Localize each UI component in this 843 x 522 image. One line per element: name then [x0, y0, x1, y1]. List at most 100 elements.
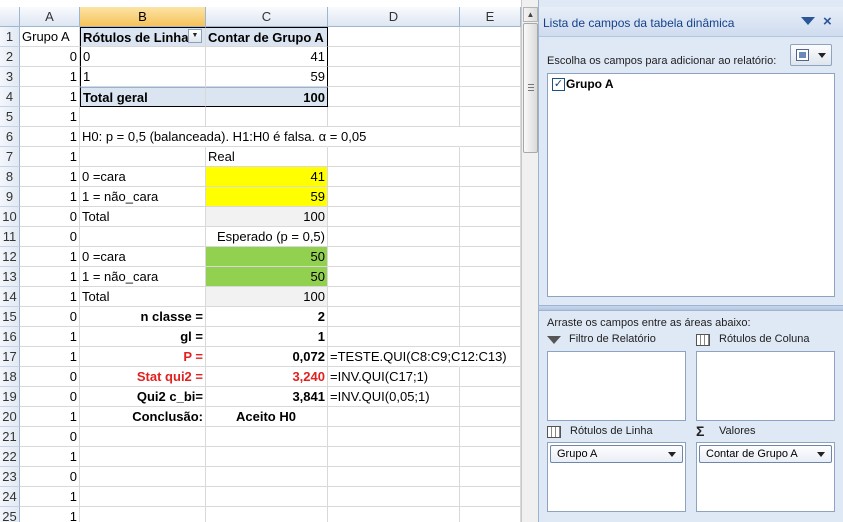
empty-cell[interactable] — [80, 227, 206, 247]
column-header-b[interactable]: B — [80, 7, 206, 27]
n-classes-label[interactable]: n classe = — [80, 307, 206, 327]
row-header-6[interactable]: 6 — [0, 127, 20, 147]
grupo-a-value-cell[interactable]: 1 — [20, 107, 80, 127]
pane-splitter[interactable] — [539, 305, 843, 311]
column-header-a[interactable]: A — [20, 7, 80, 27]
empty-cell[interactable] — [80, 107, 206, 127]
df-value[interactable]: 1 — [206, 327, 328, 347]
chi2-stat-formula[interactable]: =INV.QUI(C17;1) — [328, 367, 460, 387]
empty-cell[interactable] — [328, 267, 460, 287]
empty-cell[interactable] — [460, 247, 521, 267]
total-label[interactable]: Total — [80, 287, 206, 307]
grupo-a-value-cell[interactable]: 1 — [20, 507, 80, 522]
empty-cell[interactable] — [328, 47, 460, 67]
empty-cell[interactable] — [460, 207, 521, 227]
empty-cell[interactable] — [460, 387, 521, 407]
grupo-a-value-cell[interactable]: 1 — [20, 407, 80, 427]
field-checkbox-grupo-a[interactable]: ✓ — [552, 78, 565, 91]
chi2-critical-formula[interactable]: =INV.QUI(0,05;1) — [328, 387, 460, 407]
row-header-21[interactable]: 21 — [0, 427, 20, 447]
empty-cell[interactable] — [460, 287, 521, 307]
scroll-thumb[interactable] — [523, 23, 538, 153]
empty-cell[interactable] — [460, 27, 521, 47]
pivot-row-value[interactable]: 41 — [206, 47, 328, 67]
class-label[interactable]: 0 =cara — [80, 247, 206, 267]
vertical-scrollbar[interactable]: ▲ — [521, 0, 538, 522]
pane-menu-icon[interactable] — [801, 17, 815, 25]
class-label[interactable]: 1 = não_cara — [80, 267, 206, 287]
pivot-total-label[interactable]: Total geral — [80, 87, 206, 107]
expected-value[interactable]: 50 — [206, 247, 328, 267]
empty-cell[interactable] — [80, 467, 206, 487]
row-header-19[interactable]: 19 — [0, 387, 20, 407]
class-label[interactable]: 0 =cara — [80, 167, 206, 187]
grupo-a-value-cell[interactable]: 0 — [20, 367, 80, 387]
p-value-formula[interactable]: =TESTE.QUI(C8:C9;C12:C13) — [328, 347, 507, 367]
empty-cell[interactable] — [328, 467, 460, 487]
close-icon[interactable]: × — [823, 13, 832, 30]
empty-cell[interactable] — [460, 447, 521, 467]
row-header-11[interactable]: 11 — [0, 227, 20, 247]
row-header-17[interactable]: 17 — [0, 347, 20, 367]
empty-cell[interactable] — [80, 147, 206, 167]
grupo-a-value-cell[interactable]: 1 — [20, 247, 80, 267]
empty-cell[interactable] — [206, 447, 328, 467]
grupo-a-value-cell[interactable]: 1 — [20, 487, 80, 507]
empty-cell[interactable] — [328, 307, 460, 327]
column-a-header-cell[interactable]: Grupo A — [20, 27, 80, 47]
empty-cell[interactable] — [328, 247, 460, 267]
pivot-row-label[interactable]: 0 — [80, 47, 206, 67]
empty-cell[interactable] — [460, 227, 521, 247]
empty-cell[interactable] — [328, 127, 460, 147]
empty-cell[interactable] — [328, 87, 460, 107]
report-filter-drop-area[interactable] — [547, 351, 686, 421]
spreadsheet-grid[interactable]: A B C D E 1 Grupo A Rótulos de Linha Contar… — [0, 0, 521, 522]
row-header-9[interactable]: 9 — [0, 187, 20, 207]
chi2-critical-value[interactable]: 3,841 — [206, 387, 328, 407]
row-header-2[interactable]: 2 — [0, 47, 20, 67]
column-labels-drop-area[interactable] — [696, 351, 835, 421]
empty-cell[interactable] — [80, 427, 206, 447]
empty-cell[interactable] — [460, 107, 521, 127]
row-header-18[interactable]: 18 — [0, 367, 20, 387]
empty-cell[interactable] — [460, 127, 521, 147]
scroll-up-arrow[interactable]: ▲ — [523, 7, 538, 22]
expected-value[interactable]: 50 — [206, 267, 328, 287]
empty-cell[interactable] — [460, 187, 521, 207]
column-header-c[interactable]: C — [206, 7, 328, 27]
values-drop-area[interactable]: Contar de Grupo A — [696, 442, 835, 512]
grupo-a-value-cell[interactable]: 1 — [20, 127, 80, 147]
row-header-4[interactable]: 4 — [0, 87, 20, 107]
grupo-a-value-cell[interactable]: 0 — [20, 467, 80, 487]
column-header-d[interactable]: D — [328, 7, 460, 27]
grupo-a-value-cell[interactable]: 0 — [20, 47, 80, 67]
empty-cell[interactable] — [460, 167, 521, 187]
pivot-row-value[interactable]: 59 — [206, 67, 328, 87]
row-header-13[interactable]: 13 — [0, 267, 20, 287]
chi2-critical-label[interactable]: Qui2 c_bi= — [80, 387, 206, 407]
row-header-8[interactable]: 8 — [0, 167, 20, 187]
column-header-e[interactable]: E — [460, 7, 521, 27]
row-header-24[interactable]: 24 — [0, 487, 20, 507]
total-label[interactable]: Total — [80, 207, 206, 227]
row-header-16[interactable]: 16 — [0, 327, 20, 347]
total-value[interactable]: 100 — [206, 207, 328, 227]
hypothesis-text[interactable]: H0: p = 0,5 (balanceada). H1:H0 é falsa.… — [80, 127, 366, 147]
grupo-a-value-cell[interactable]: 0 — [20, 207, 80, 227]
empty-cell[interactable] — [206, 507, 328, 522]
grupo-a-value-cell[interactable]: 1 — [20, 287, 80, 307]
grupo-a-value-cell[interactable]: 1 — [20, 347, 80, 367]
pivot-total-value[interactable]: 100 — [206, 87, 328, 107]
row-header-22[interactable]: 22 — [0, 447, 20, 467]
select-all-corner[interactable] — [0, 7, 20, 27]
empty-cell[interactable] — [460, 367, 521, 387]
observed-value[interactable]: 41 — [206, 167, 328, 187]
empty-cell[interactable] — [460, 87, 521, 107]
empty-cell[interactable] — [328, 427, 460, 447]
field-list-box[interactable]: ✓ Grupo A — [547, 73, 835, 297]
empty-cell[interactable] — [206, 467, 328, 487]
pivot-row-label[interactable]: 1 — [80, 67, 206, 87]
empty-cell[interactable] — [328, 327, 460, 347]
grupo-a-value-cell[interactable]: 1 — [20, 147, 80, 167]
empty-cell[interactable] — [328, 207, 460, 227]
